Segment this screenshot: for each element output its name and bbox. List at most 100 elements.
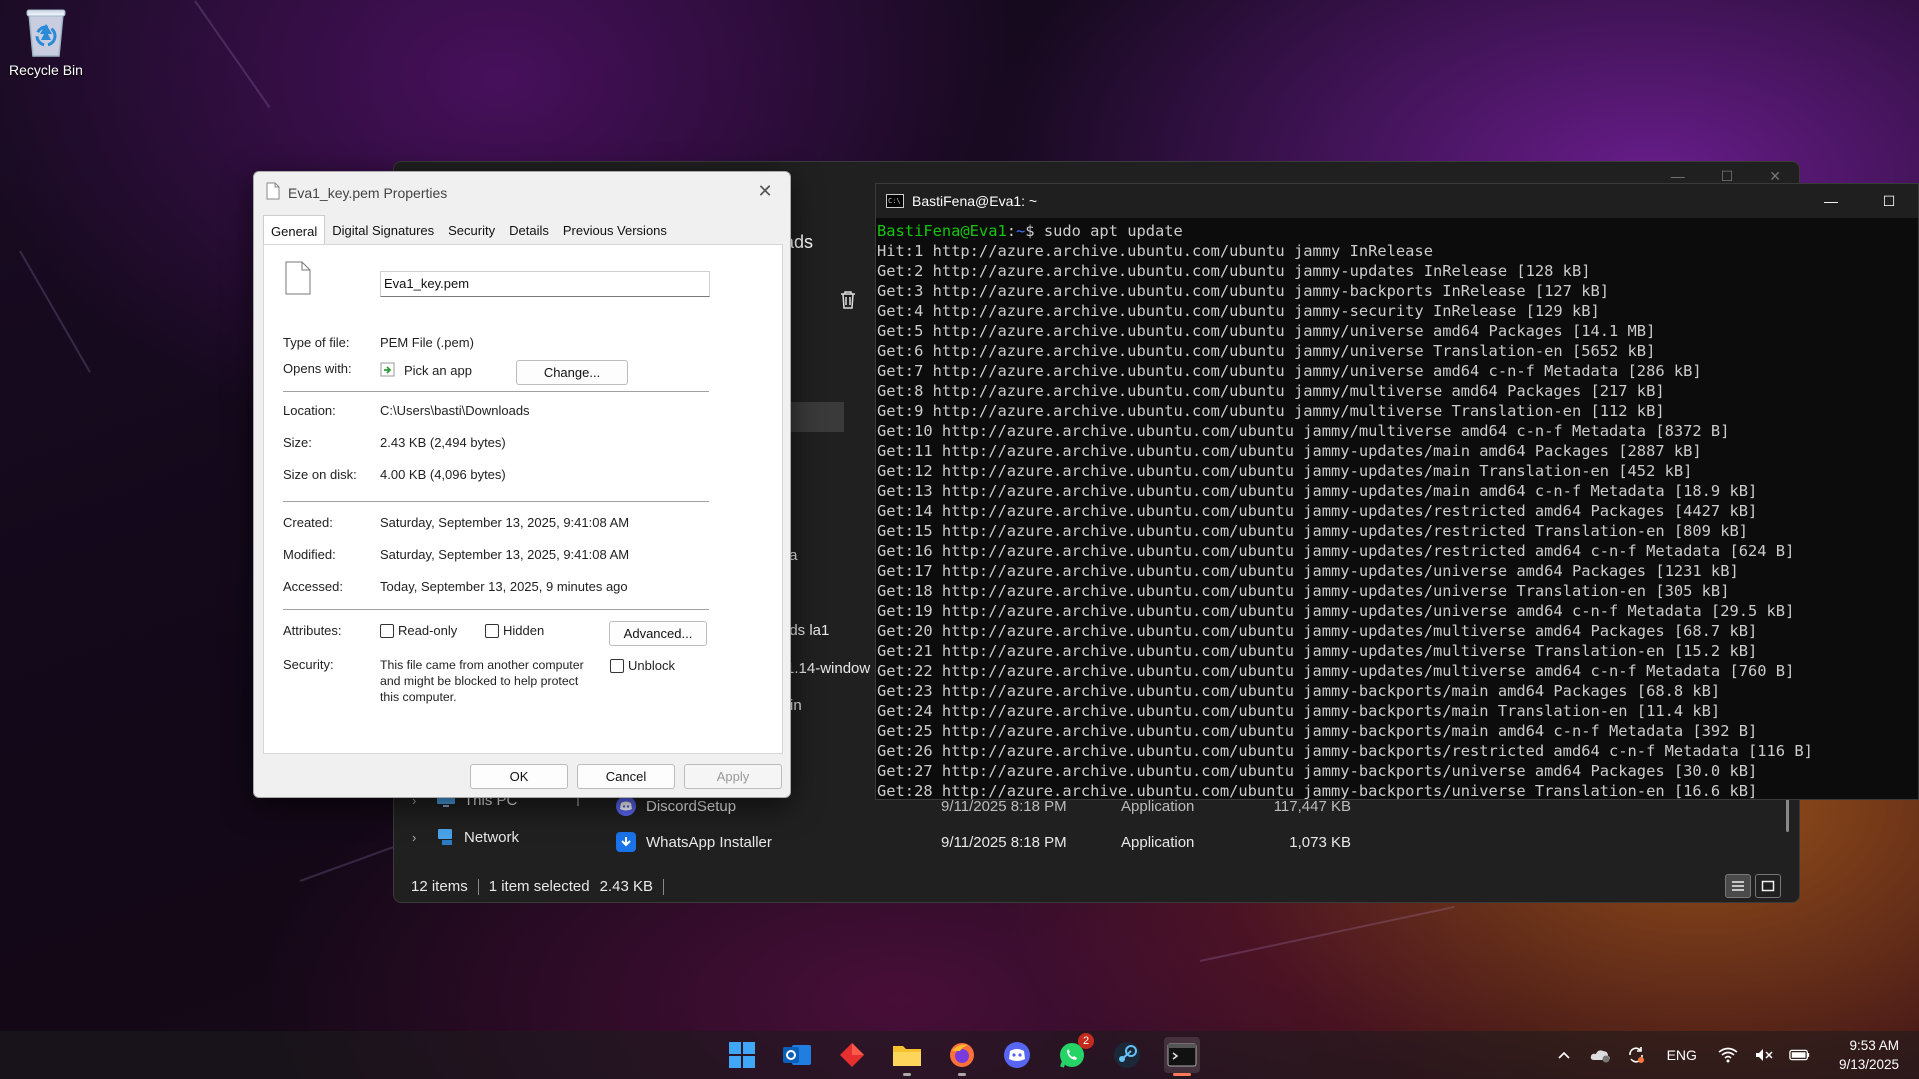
file-type: Application	[1121, 833, 1195, 851]
terminal-line: Get:15 http://azure.archive.ubuntu.com/u…	[877, 522, 1748, 540]
opens-with-app: Pick an app	[404, 363, 472, 378]
large-file-icon	[285, 261, 311, 298]
whatsapp-icon[interactable]: 2	[1054, 1033, 1094, 1073]
terminal-line: Get:23 http://azure.archive.ubuntu.com/u…	[877, 682, 1721, 700]
modified-label: Modified:	[283, 547, 336, 562]
status-divider	[662, 878, 664, 895]
unblock-checkbox[interactable]: Unblock	[610, 658, 675, 673]
terminal-line: Get:6 http://azure.archive.ubuntu.com/ub…	[877, 342, 1656, 360]
tab-details[interactable]: Details	[502, 217, 556, 244]
dialog-title: Eva1_key.pem Properties	[288, 184, 448, 201]
terminal-title: BastiFena@Eva1: ~	[912, 193, 1038, 209]
outlook-icon[interactable]	[779, 1037, 815, 1073]
running-indicator	[958, 1073, 966, 1076]
battery-icon[interactable]	[1789, 1044, 1811, 1066]
advanced-button[interactable]: Advanced...	[609, 621, 707, 646]
nav-item-network[interactable]: › Network	[412, 828, 519, 846]
tab-security[interactable]: Security	[441, 217, 502, 244]
tab-general[interactable]: General	[263, 215, 326, 244]
file-row[interactable]: WhatsApp Installer 9/11/2025 8:18 PM App…	[616, 832, 1351, 852]
terminal-window[interactable]: C:\ BastiFena@Eva1: ~ — ☐ BastiFena@Eva1…	[875, 183, 1919, 800]
security-line: this computer.	[380, 690, 457, 704]
terminal-line: Get:13 http://azure.archive.ubuntu.com/u…	[877, 482, 1758, 500]
dialog-title-bar[interactable]: Eva1_key.pem Properties	[266, 182, 447, 203]
onedrive-icon[interactable]	[1589, 1044, 1611, 1066]
installer-icon	[616, 832, 636, 852]
clock[interactable]: 9:53 AM 9/13/2025	[1839, 1036, 1899, 1074]
properties-dialog[interactable]: Eva1_key.pem Properties ✕ General Digita…	[253, 171, 791, 798]
nav-item-label: Network	[464, 828, 520, 846]
recycle-bin-label: Recycle Bin	[9, 62, 83, 78]
terminal-line: Get:21 http://azure.archive.ubuntu.com/u…	[877, 642, 1758, 660]
app-red-diamond-icon[interactable]	[834, 1037, 870, 1073]
terminal-line: Get:28 http://azure.archive.ubuntu.com/u…	[877, 782, 1758, 800]
status-divider	[477, 878, 479, 895]
terminal-icon[interactable]	[1164, 1037, 1200, 1076]
pick-app-icon	[380, 361, 396, 380]
chevron-up-icon[interactable]	[1553, 1044, 1575, 1066]
terminal-line: Get:9 http://azure.archive.ubuntu.com/ub…	[877, 402, 1665, 420]
ok-button[interactable]: OK	[470, 764, 568, 789]
terminal-line: Get:18 http://azure.archive.ubuntu.com/u…	[877, 582, 1730, 600]
readonly-checkbox[interactable]: Read-only	[380, 623, 457, 638]
details-view-icon[interactable]	[1725, 874, 1751, 898]
file-name-field[interactable]: Eva1_key.pem	[380, 271, 710, 297]
clock-date: 9/13/2025	[1838, 1057, 1899, 1072]
file-size: 1,073 KB	[1289, 833, 1351, 851]
apply-button[interactable]: Apply	[684, 764, 782, 789]
security-label: Security:	[283, 657, 334, 672]
sync-icon[interactable]	[1625, 1044, 1647, 1066]
change-button[interactable]: Change...	[516, 360, 628, 385]
readonly-label: Read-only	[398, 623, 458, 638]
security-line: and might be blocked to help protect	[380, 674, 579, 688]
terminal-line: Hit:1 http://azure.archive.ubuntu.com/ub…	[877, 242, 1433, 260]
created-label: Created:	[283, 515, 333, 530]
taskbar: 2 ENG 9:53 AM 9/13/2025	[0, 1031, 1919, 1079]
tab-digital-signatures[interactable]: Digital Signatures	[325, 217, 441, 244]
file-icon	[266, 182, 280, 203]
running-indicator	[903, 1073, 911, 1076]
status-bar: 12 items 1 item selected 2.43 KB	[411, 878, 664, 895]
minimize-icon[interactable]: —	[1802, 184, 1860, 218]
close-icon[interactable]: ✕	[750, 178, 780, 204]
wifi-icon[interactable]	[1717, 1044, 1739, 1066]
tab-previous-versions[interactable]: Previous Versions	[556, 217, 674, 244]
file-name-fragment[interactable]: in	[790, 697, 802, 714]
file-explorer-icon[interactable]	[889, 1037, 925, 1076]
steam-icon[interactable]	[1109, 1037, 1145, 1073]
chevron-right-icon[interactable]: ›	[412, 830, 428, 845]
terminal-line: Get:2 http://azure.archive.ubuntu.com/ub…	[877, 262, 1591, 280]
unblock-label: Unblock	[628, 658, 675, 673]
volume-muted-icon[interactable]	[1753, 1044, 1775, 1066]
terminal-line: Get:12 http://azure.archive.ubuntu.com/u…	[877, 462, 1693, 480]
checkbox-box[interactable]	[485, 623, 499, 638]
start-button[interactable]	[724, 1037, 760, 1073]
terminal-title-bar[interactable]: C:\ BastiFena@Eva1: ~	[876, 184, 1918, 218]
checkbox-box[interactable]	[380, 623, 394, 638]
terminal-line: Get:20 http://azure.archive.ubuntu.com/u…	[877, 622, 1758, 640]
language-indicator[interactable]: ENG	[1667, 1047, 1697, 1063]
terminal-line: Get:4 http://azure.archive.ubuntu.com/ub…	[877, 302, 1600, 320]
terminal-line: Get:22 http://azure.archive.ubuntu.com/u…	[877, 662, 1795, 680]
location-label: Location:	[283, 403, 336, 418]
type-label: Type of file:	[283, 335, 350, 350]
wallpaper-streak	[19, 250, 91, 373]
recycle-bin-shortcut[interactable]: Recycle Bin	[6, 6, 86, 78]
type-value: PEM File (.pem)	[380, 335, 474, 350]
size-on-disk-label: Size on disk:	[283, 467, 357, 482]
terminal-line: Get:24 http://azure.archive.ubuntu.com/u…	[877, 702, 1721, 720]
prompt-path: ~	[1016, 222, 1026, 240]
cancel-button[interactable]: Cancel	[577, 764, 675, 789]
terminal-window-controls: — ☐	[1802, 184, 1918, 218]
firefox-icon[interactable]	[944, 1037, 980, 1076]
checkbox-box[interactable]	[610, 658, 624, 673]
terminal-output[interactable]: BastiFena@Eva1:~$ sudo apt update Hit:1 …	[876, 218, 1918, 801]
file-name-fragment[interactable]: 1.14-window	[786, 660, 870, 677]
tiles-view-icon[interactable]	[1755, 874, 1781, 898]
hidden-checkbox[interactable]: Hidden	[485, 623, 544, 638]
discord-icon[interactable]	[999, 1037, 1035, 1073]
maximize-icon[interactable]: ☐	[1860, 184, 1918, 218]
wallpaper-streak	[194, 0, 271, 109]
terminal-line: Get:5 http://azure.archive.ubuntu.com/ub…	[877, 322, 1656, 340]
delete-icon[interactable]	[837, 289, 859, 311]
